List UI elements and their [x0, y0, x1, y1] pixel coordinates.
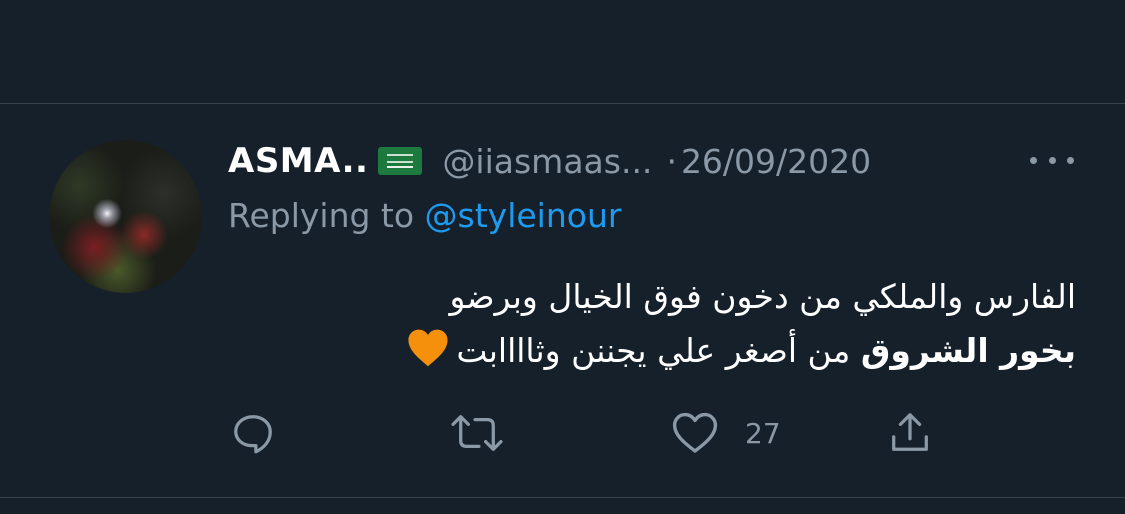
tweet-page: ASMA.. @iiasmaas... · 26/09/2020 Replyin… [0, 0, 1125, 514]
avatar[interactable] [49, 140, 202, 293]
user-handle[interactable]: @iiasmaas... [442, 142, 652, 181]
separator: · [666, 141, 677, 181]
display-name[interactable]: ASMA.. [228, 141, 368, 181]
tweet-text-line-2: بخور الشروق من أصغر علي يجننن وثاااابت [228, 324, 1076, 378]
orange-heart-icon [406, 326, 450, 370]
like-button[interactable]: 27 [671, 410, 781, 456]
share-icon [892, 413, 928, 451]
bottom-divider [0, 497, 1125, 498]
replying-to-mention[interactable]: @styleinour [425, 196, 622, 235]
tweet-text-line-1: الفارس والملكي من دخون فوق الخيال وبرضو [449, 277, 1076, 316]
tweet-text: الفارس والملكي من دخون فوق الخيال وبرضو … [228, 270, 1076, 378]
tweet-date[interactable]: 26/09/2020 [681, 142, 871, 181]
saudi-flag-icon [378, 147, 423, 175]
reply-button[interactable] [230, 410, 276, 456]
tweet-text-bold: بخور الشروق [860, 331, 1076, 370]
like-count: 27 [745, 416, 781, 450]
reply-icon [234, 415, 272, 454]
replying-prefix: Replying to [228, 196, 415, 235]
replying-to-line: Replying to @styleinour [228, 196, 621, 235]
like-icon [672, 412, 718, 453]
more-icon[interactable] [1030, 157, 1074, 165]
retweet-button[interactable] [448, 410, 506, 456]
share-button[interactable] [887, 410, 933, 456]
retweet-icon [451, 415, 503, 451]
tweet-header: ASMA.. @iiasmaas... · 26/09/2020 [228, 138, 871, 184]
tweet-text-rest: من أصغر علي يجننن وثاااابت [456, 331, 861, 370]
top-divider [0, 103, 1125, 104]
